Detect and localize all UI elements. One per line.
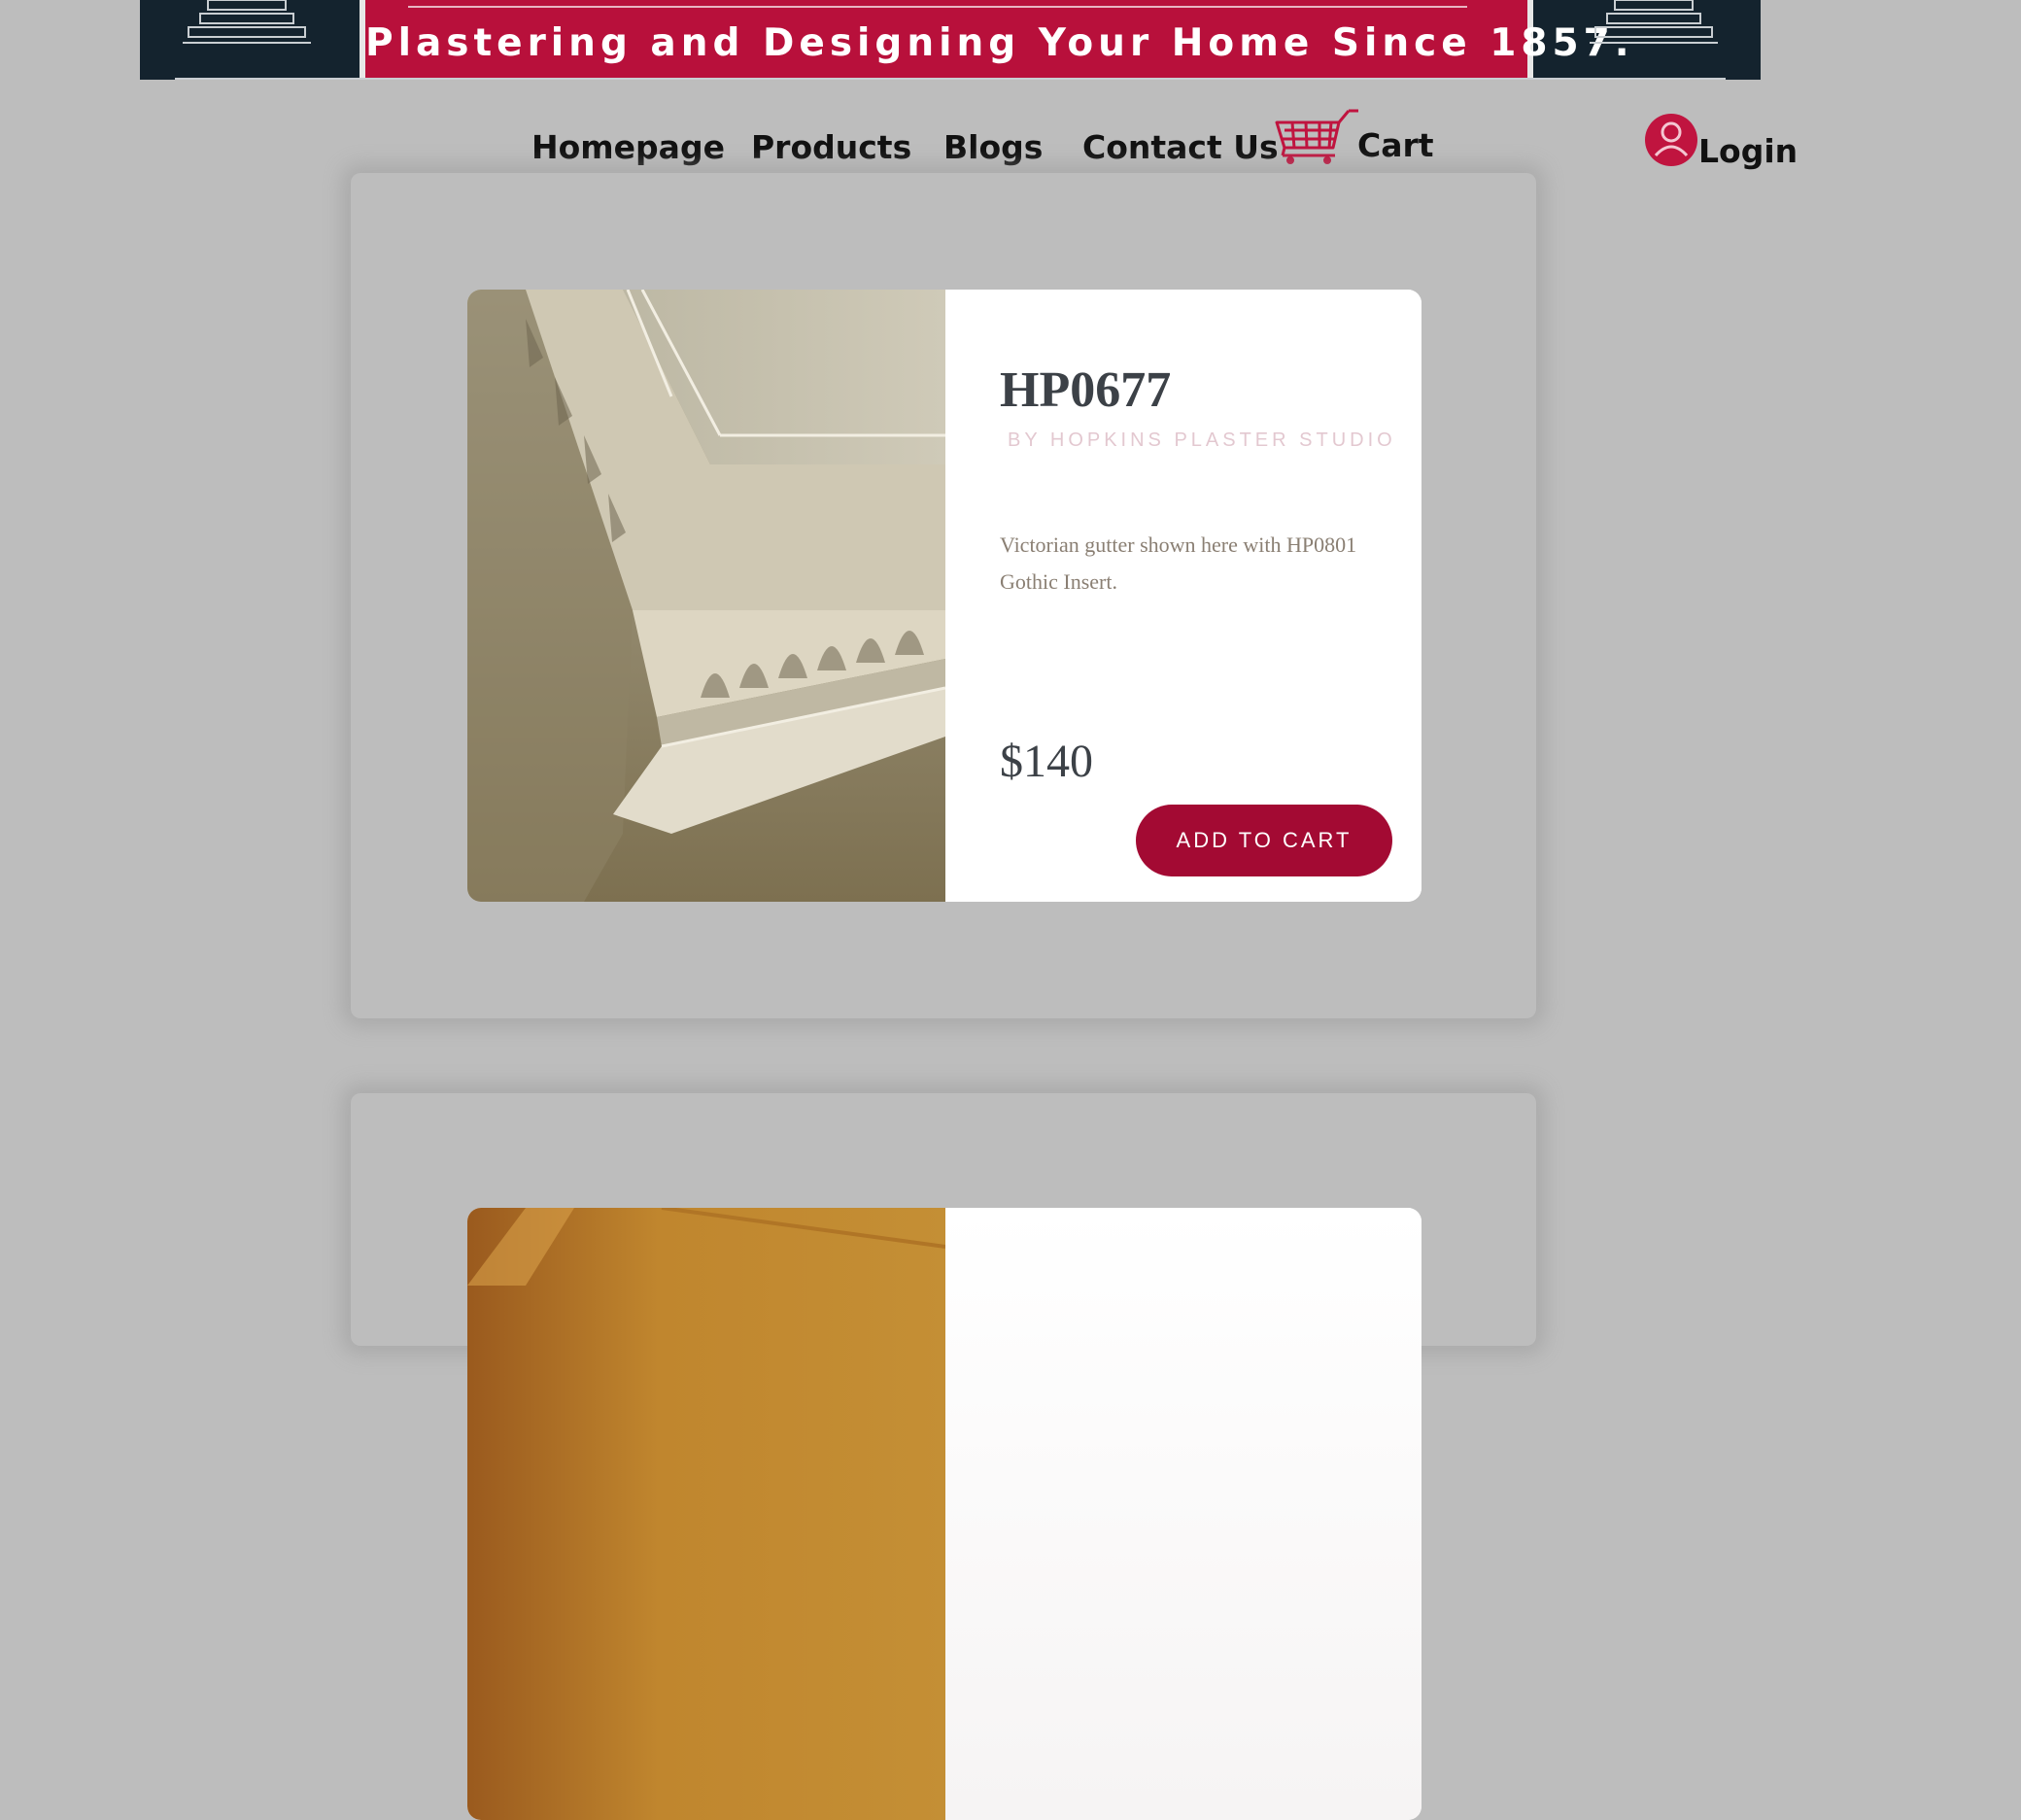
- nav-blogs[interactable]: Blogs: [943, 128, 1043, 166]
- pillar-icon: [183, 0, 311, 44]
- product-image: [467, 290, 945, 902]
- product-title: HP0677: [1000, 362, 1172, 418]
- pillar-icon: [1590, 0, 1718, 44]
- nav-contact-us[interactable]: Contact Us: [1082, 128, 1279, 166]
- cart-icon[interactable]: [1271, 109, 1360, 165]
- product-image: [467, 1208, 945, 1820]
- product-price: $140: [1000, 736, 1093, 787]
- nav-products[interactable]: Products: [751, 128, 911, 166]
- user-avatar-icon[interactable]: [1644, 113, 1698, 167]
- site-banner: Plastering and Designing Your Home Since…: [140, 0, 1761, 80]
- product-info: [945, 1208, 1422, 1820]
- product-card: HP0677 BY HOPKINS PLASTER STUDIO Victori…: [351, 173, 1536, 1018]
- product-info: HP0677 BY HOPKINS PLASTER STUDIO Victori…: [945, 290, 1422, 902]
- product-panel: HP0677 BY HOPKINS PLASTER STUDIO Victori…: [467, 290, 1422, 902]
- banner-rule: [408, 6, 1467, 8]
- product-description: Victorian gutter shown here with HP0801 …: [1000, 532, 1357, 594]
- product-panel: [467, 1208, 1422, 1820]
- product-byline: BY HOPKINS PLASTER STUDIO: [1008, 429, 1396, 451]
- banner-tagline: Plastering and Designing Your Home Since…: [365, 21, 1634, 65]
- add-to-cart-button[interactable]: ADD TO CART: [1136, 805, 1392, 876]
- banner-underline: [175, 78, 1726, 80]
- banner-tagline-panel: Plastering and Designing Your Home Since…: [360, 0, 1634, 80]
- nav-login[interactable]: Login: [1698, 132, 1798, 170]
- nav-homepage[interactable]: Homepage: [531, 128, 725, 166]
- main-nav: Homepage Products Blogs Contact Us Cart …: [0, 117, 2021, 175]
- product-card: [351, 1093, 1536, 1820]
- nav-cart[interactable]: Cart: [1357, 126, 1434, 164]
